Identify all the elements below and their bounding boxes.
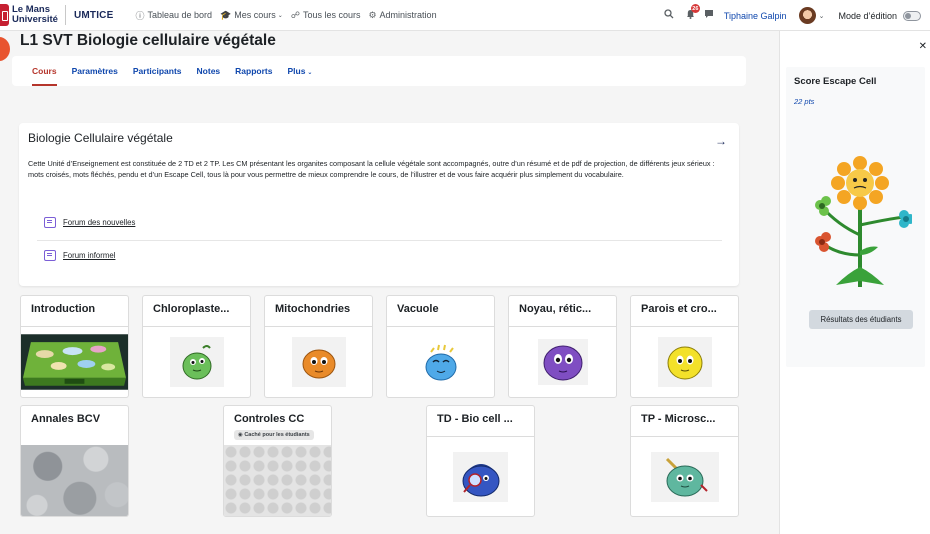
- tile-title: Chloroplaste...: [143, 296, 250, 327]
- nav-administration-label: Administration: [379, 10, 437, 20]
- block-title: Score Escape Cell: [794, 76, 877, 87]
- tile-title: Vacuole: [387, 296, 494, 327]
- tp-character-icon: [665, 457, 708, 496]
- tile-title: Noyau, rétic...: [509, 296, 616, 327]
- tab-reports[interactable]: Rapports: [235, 66, 272, 76]
- nav-dashboard[interactable]: ⓘ Tableau de bord: [135, 9, 212, 22]
- tile-title: Mitochondries: [265, 296, 372, 327]
- tile-mitochondria[interactable]: Mitochondries: [264, 295, 373, 398]
- tile-annales[interactable]: Annales BCV: [20, 405, 129, 517]
- tab-settings[interactable]: Paramètres: [72, 66, 118, 76]
- tile-chloroplast[interactable]: Chloroplaste...: [142, 295, 251, 398]
- lab-table-image: [21, 334, 128, 390]
- messages-icon[interactable]: [704, 9, 714, 22]
- gear-icon: ⚙: [368, 9, 377, 20]
- chevron-down-icon: ⌄: [277, 12, 283, 19]
- bell-icon[interactable]: 26: [686, 4, 700, 22]
- mitochondria-character-icon: [302, 349, 335, 379]
- hidden-badge: ◉ Caché pour les étudiants: [234, 430, 314, 440]
- graduation-cap-icon: 🎓: [220, 9, 232, 20]
- tile-title: Parois et cro...: [631, 296, 738, 327]
- nav-dashboard-label: Tableau de bord: [147, 10, 213, 20]
- tile-cell-walls[interactable]: Parois et cro...: [630, 295, 739, 398]
- logo-mark-icon: [0, 4, 9, 26]
- course-summary-card: Biologie Cellulaire végétale → Cette Uni…: [19, 123, 739, 286]
- chevron-down-icon[interactable]: ⌄: [819, 12, 825, 20]
- page-title: L1 SVT Biologie cellulaire végétale: [20, 32, 276, 49]
- nav-administration[interactable]: ⚙ Administration: [368, 10, 436, 21]
- top-navbar: Le Mans Université UMTICE ⓘ Tableau de b…: [0, 0, 930, 31]
- tile-vacuole[interactable]: Vacuole: [386, 295, 495, 398]
- forum-divider: [37, 240, 722, 241]
- td-character-icon: [462, 463, 499, 496]
- logo-line-2: Université: [12, 14, 58, 25]
- chevron-down-icon: ⌄: [307, 70, 313, 76]
- nav-all-courses-label: Tous les cours: [302, 10, 361, 20]
- user-name[interactable]: Tiphaine Galpin: [724, 11, 787, 21]
- tile-controles[interactable]: Controles CC ◉ Caché pour les étudiants: [223, 405, 332, 517]
- pattern-image: [224, 445, 331, 516]
- sitemap-icon: ☍: [290, 9, 300, 20]
- tile-title: Introduction: [21, 296, 128, 327]
- pattern-image: [21, 445, 128, 516]
- notification-count: 26: [690, 4, 700, 13]
- block-drawer: ✕ Score Escape Cell 22 pts Résultats des…: [779, 31, 930, 534]
- cell-wall-character-icon: [667, 346, 702, 380]
- forum-icon: [44, 250, 56, 261]
- course-index-toggle[interactable]: [0, 37, 10, 61]
- nucleus-character-icon: [543, 345, 582, 381]
- hidden-badge-text: Caché pour les étudiants: [244, 432, 310, 438]
- tile-title: TD - Bio cell ...: [427, 406, 534, 437]
- tab-more-label: Plus: [287, 66, 306, 76]
- score-block: Score Escape Cell 22 pts Résultats des é…: [786, 67, 925, 367]
- forum-informal-link[interactable]: Forum informel: [63, 251, 115, 260]
- forum-icon: [44, 217, 56, 228]
- student-results-button[interactable]: Résultats des étudiants: [809, 310, 913, 329]
- university-logo[interactable]: Le Mans Université: [0, 0, 58, 31]
- tile-title: Annales BCV: [31, 413, 101, 425]
- avatar[interactable]: [798, 7, 816, 24]
- nav-my-courses[interactable]: 🎓 Mes cours ⌄: [220, 10, 283, 21]
- tab-more[interactable]: Plus ⌄: [287, 66, 312, 76]
- flower-illustration: [815, 156, 912, 287]
- score-points: 22 pts: [794, 97, 815, 106]
- summary-description: Cette Unité d’Enseignement est constitué…: [28, 159, 715, 179]
- tile-tp[interactable]: TP - Microsc...: [630, 405, 739, 517]
- course-secondary-nav: Cours Paramètres Participants Notes Rapp…: [12, 56, 746, 86]
- close-icon[interactable]: ✕: [919, 41, 927, 52]
- forum-news[interactable]: Forum des nouvelles: [44, 217, 135, 228]
- site-name[interactable]: UMTICE: [74, 10, 114, 21]
- tab-participants[interactable]: Participants: [133, 66, 182, 76]
- tile-nucleus[interactable]: Noyau, rétic...: [508, 295, 617, 398]
- search-icon[interactable]: [664, 9, 674, 22]
- chloroplast-character-icon: [182, 345, 211, 380]
- vacuole-character-icon: [425, 344, 456, 381]
- summary-title: Biologie Cellulaire végétale: [28, 131, 173, 145]
- logo-divider: [64, 5, 66, 25]
- arrow-right-icon[interactable]: →: [715, 134, 727, 148]
- nav-my-courses-label: Mes cours: [234, 10, 276, 20]
- tile-title: TP - Microsc...: [631, 406, 738, 437]
- edit-mode-toggle[interactable]: [903, 10, 921, 21]
- edit-mode-label: Mode d’édition: [838, 10, 897, 21]
- tile-introduction[interactable]: Introduction: [20, 295, 129, 398]
- nav-all-courses[interactable]: ☍ Tous les cours: [291, 10, 361, 21]
- tab-grades[interactable]: Notes: [197, 66, 221, 76]
- forum-informal[interactable]: Forum informel: [44, 250, 115, 261]
- tab-course[interactable]: Cours: [32, 66, 57, 86]
- dashboard-icon: ⓘ: [135, 10, 145, 21]
- tile-td[interactable]: TD - Bio cell ...: [426, 405, 535, 517]
- forum-news-link[interactable]: Forum des nouvelles: [63, 218, 135, 227]
